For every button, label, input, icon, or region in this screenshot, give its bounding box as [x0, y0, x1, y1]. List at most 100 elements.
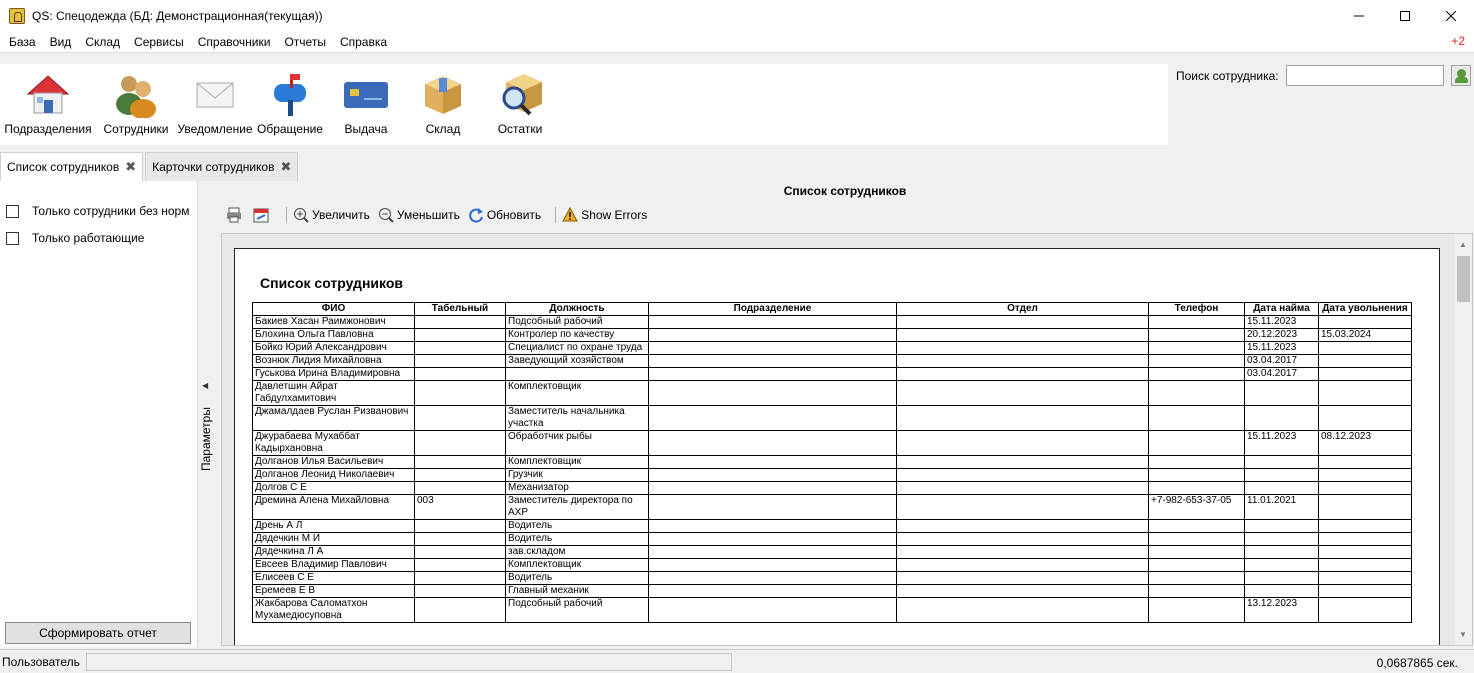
table-cell: [1244, 481, 1319, 495]
refresh-button[interactable]: Обновить: [468, 207, 541, 223]
table-row: Дрень А Л Водитель: [252, 519, 1412, 533]
table-cell: [414, 481, 506, 495]
table-cell: [896, 519, 1149, 533]
zoom-out-button[interactable]: Уменьшить: [378, 207, 460, 223]
main-toolbar: Подразделения Сотрудники Уведомление Обр…: [0, 64, 1168, 145]
table-cell: [1244, 380, 1319, 406]
toolbar-stock-label: Остатки: [497, 122, 543, 136]
export-button[interactable]: [253, 207, 272, 223]
table-cell: Грузчик: [505, 468, 649, 482]
close-tab-icon[interactable]: ✖: [125, 159, 136, 175]
table-cell: [414, 545, 506, 559]
filter-working-row[interactable]: Только работающие: [6, 231, 144, 245]
table-cell: Елисеев С Е: [252, 571, 415, 585]
table-cell: [648, 455, 897, 469]
menu-help[interactable]: Справка: [333, 35, 394, 49]
menu-reports[interactable]: Отчеты: [277, 35, 332, 49]
scroll-down-arrow-icon[interactable]: ▼: [1459, 630, 1467, 639]
menu-services[interactable]: Сервисы: [127, 35, 191, 49]
menu-references[interactable]: Справочники: [191, 35, 278, 49]
report-header: Список сотрудников: [783, 184, 907, 198]
toolbar-notification-button[interactable]: Уведомление: [176, 64, 254, 145]
table-cell: [1318, 315, 1412, 329]
table-cell: [1318, 519, 1412, 533]
toolbar-area: Подразделения Сотрудники Уведомление Обр…: [0, 52, 1474, 145]
show-errors-label: Show Errors: [581, 208, 648, 222]
scroll-up-arrow-icon[interactable]: ▲: [1459, 240, 1467, 249]
table-cell: [1148, 367, 1245, 381]
menu-view[interactable]: Вид: [43, 35, 79, 49]
table-cell: [648, 558, 897, 572]
table-cell: [896, 481, 1149, 495]
table-cell: [1318, 532, 1412, 546]
show-errors-button[interactable]: Show Errors: [562, 206, 648, 223]
toolbar-employees-button[interactable]: Сотрудники: [96, 64, 176, 145]
table-cell: 15.11.2023: [1244, 315, 1319, 329]
table-cell: [896, 571, 1149, 585]
table-cell: [1244, 405, 1319, 431]
table-row: Долгов С Е Механизатор: [252, 481, 1412, 495]
tab-employee-list[interactable]: Список сотрудников ✖: [0, 152, 144, 181]
menu-base[interactable]: База: [2, 35, 43, 49]
report-viewer[interactable]: Список сотрудников ФИО Табельный Должность…: [221, 233, 1473, 646]
table-cell: Жакбарова Саломатхон Мухамедюсуповна: [252, 597, 415, 623]
user-field: [85, 652, 732, 671]
table-cell: [1244, 532, 1319, 546]
toolbar-issue-button[interactable]: Выдача: [326, 64, 406, 145]
report-toolbar: Увеличить Уменьшить Обновить Show Errors: [216, 203, 1474, 227]
table-cell: [414, 558, 506, 572]
zoom-in-button[interactable]: Увеличить: [293, 207, 370, 223]
table-cell: [1148, 380, 1245, 406]
table-cell: Комплектовщик: [505, 455, 649, 469]
parameters-splitter[interactable]: ◀ Параметры: [198, 181, 216, 647]
employee-search-input[interactable]: [1286, 65, 1444, 86]
table-cell: [1318, 468, 1412, 482]
zoom-in-label: Увеличить: [312, 208, 370, 222]
filter-working-checkbox[interactable]: [6, 231, 19, 245]
table-row: Бойко Юрий Александрович Специалист по ох…: [252, 341, 1412, 355]
filter-no-norms-row[interactable]: Только сотрудники без норм: [6, 204, 189, 218]
collapse-arrow-icon[interactable]: ◀: [202, 381, 208, 390]
table-cell: [1318, 455, 1412, 469]
maximize-button[interactable]: [1382, 0, 1428, 31]
notification-badge[interactable]: +2: [1451, 34, 1465, 48]
minimize-button[interactable]: [1336, 0, 1382, 31]
toolbar-departments-button[interactable]: Подразделения: [0, 64, 96, 145]
tab-employee-cards[interactable]: Карточки сотрудников ✖: [145, 152, 299, 181]
search-employee-button[interactable]: [1451, 65, 1471, 86]
menu-warehouse[interactable]: Склад: [78, 35, 127, 49]
close-tab-icon[interactable]: ✖: [280, 159, 291, 175]
table-cell: [414, 341, 506, 355]
table-cell: Долгов С Е: [252, 481, 415, 495]
table-cell: [414, 571, 506, 585]
toolbar-warehouse-button[interactable]: Склад: [406, 64, 480, 145]
table-cell: [1148, 328, 1245, 342]
filter-no-norms-checkbox[interactable]: [6, 204, 19, 218]
report-page: Список сотрудников ФИО Табельный Должность…: [234, 248, 1440, 645]
filter-no-norms-label: Только сотрудники без норм: [32, 204, 190, 218]
table-cell: [896, 430, 1149, 456]
vertical-scrollbar[interactable]: ▲ ▼: [1455, 234, 1472, 645]
card-icon: [342, 70, 390, 118]
table-cell: [1318, 354, 1412, 368]
table-cell: [648, 367, 897, 381]
table-cell: [896, 532, 1149, 546]
table-cell: [1244, 545, 1319, 559]
print-button[interactable]: [226, 207, 245, 223]
table-cell: [1318, 584, 1412, 598]
table-row: Долганов Илья Васильевич Комплектовщик: [252, 455, 1412, 469]
table-cell: [1148, 584, 1245, 598]
table-cell: [648, 532, 897, 546]
table-cell: 20.12.2023: [1244, 328, 1319, 342]
table-cell: [414, 354, 506, 368]
table-cell: Подсобный рабочий: [505, 315, 649, 329]
table-cell: [1318, 405, 1412, 431]
close-button[interactable]: [1428, 0, 1474, 31]
scroll-thumb[interactable]: [1457, 256, 1470, 302]
zoom-in-icon: [293, 207, 309, 223]
generate-report-button[interactable]: Сформировать отчет: [5, 622, 191, 644]
toolbar-request-button[interactable]: Обращение: [254, 64, 326, 145]
table-cell: 15.03.2024: [1318, 328, 1412, 342]
table-row: Бакиев Хасан Раимжонович Подсобный рабочи…: [252, 315, 1412, 329]
toolbar-stock-button[interactable]: Остатки: [480, 64, 560, 145]
